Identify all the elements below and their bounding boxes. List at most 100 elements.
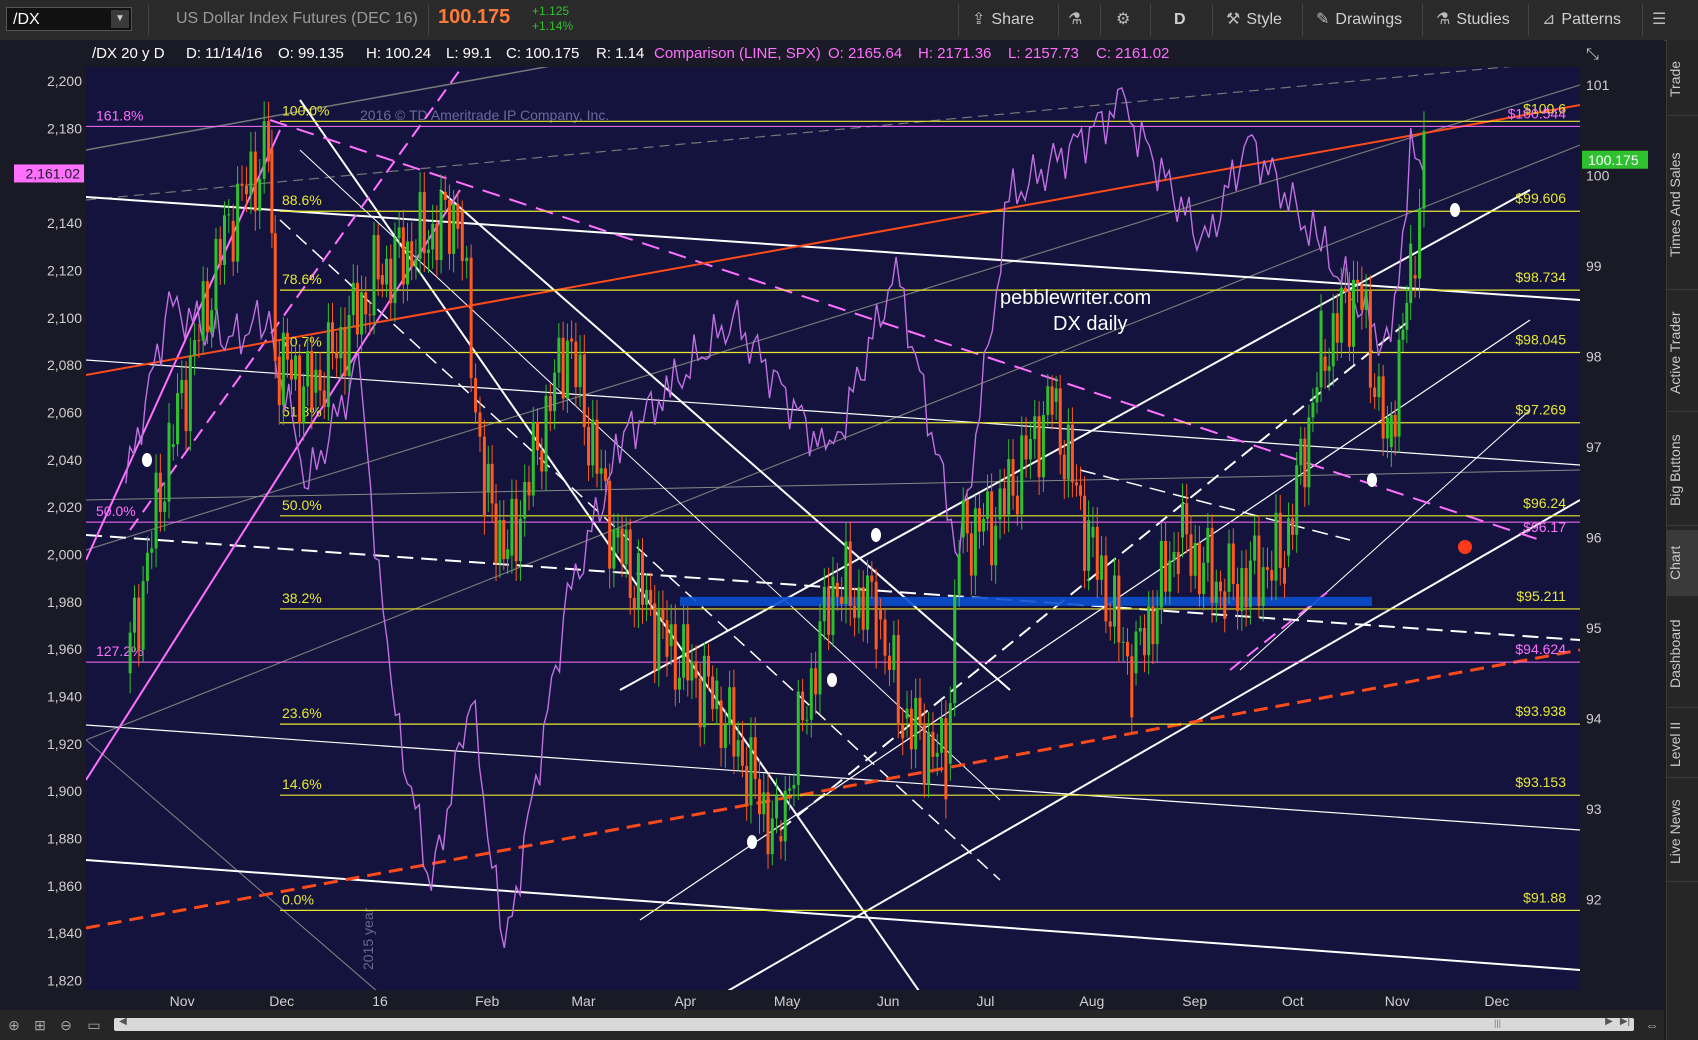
magenta-value-label: $96.17 — [1523, 519, 1566, 535]
candle-body — [866, 575, 870, 630]
candle-body — [262, 121, 266, 179]
settings-button[interactable]: ⚙ — [1116, 8, 1136, 32]
studies-button[interactable]: ⚗ Studies — [1436, 8, 1510, 32]
symbol-selector[interactable]: /DX ▼ — [6, 7, 132, 31]
toolbar-divider — [1642, 4, 1643, 36]
candle-body — [1327, 366, 1331, 371]
candle-body — [848, 541, 852, 607]
menu-button[interactable]: ☰ — [1652, 8, 1672, 32]
candle-body — [1274, 512, 1278, 581]
candle-body — [1164, 540, 1168, 592]
candle-body — [901, 724, 905, 739]
candle-body — [587, 427, 591, 466]
candle-body — [553, 372, 557, 412]
candle-body — [1253, 535, 1257, 561]
candle-body — [1062, 454, 1066, 480]
candle-body — [1121, 641, 1125, 643]
candle-body — [574, 341, 578, 388]
candle-body — [447, 199, 451, 254]
scroll-end-icon[interactable]: ▶| — [1618, 1015, 1632, 1029]
candle-body — [673, 624, 677, 690]
candle-body — [948, 703, 952, 764]
candle-body — [205, 281, 209, 333]
candle-body — [536, 422, 540, 451]
reset-zoom-button[interactable]: ▭ — [82, 1015, 106, 1035]
candle-body — [1172, 551, 1176, 561]
tab-trade[interactable]: Trade — [1667, 42, 1698, 116]
header-cmp-open: O: 2165.64 — [828, 45, 902, 62]
candle-body — [401, 227, 405, 285]
fib-value-label: $98.045 — [1515, 331, 1566, 347]
pivot-marker — [827, 673, 837, 687]
flask-button[interactable]: ⚗ — [1068, 8, 1088, 32]
candle-body — [298, 355, 302, 424]
scroll-left-icon[interactable]: ◀ — [116, 1015, 130, 1029]
candle-body — [498, 520, 502, 564]
expand-icon[interactable]: ⇔ — [1642, 1015, 1662, 1035]
tab-live-news[interactable]: Live News — [1667, 782, 1698, 882]
share-button[interactable]: ⇪ Share — [972, 8, 1034, 32]
candle-body — [719, 700, 723, 749]
candle-body — [840, 596, 844, 605]
candle-body — [406, 241, 410, 285]
candle-body — [548, 395, 552, 412]
candle-body — [762, 792, 766, 815]
patterns-label: Patterns — [1561, 11, 1621, 28]
tab-big-buttons[interactable]: Big Buttons — [1667, 416, 1698, 526]
chart-area[interactable]: 2016 © TD Ameritrade IP Company, Inc. 20… — [0, 40, 1664, 1010]
candle-body — [240, 183, 244, 186]
support-zone — [680, 596, 1372, 606]
collapse-icon[interactable]: ⤡ — [1586, 46, 1599, 63]
fib-value-label: $91.88 — [1523, 889, 1566, 905]
tab-chart[interactable]: Chart — [1667, 530, 1698, 596]
tab-level-ii[interactable]: Level II — [1667, 712, 1698, 778]
candle-body — [339, 326, 343, 359]
scroll-right-icon[interactable]: ▶ — [1602, 1015, 1616, 1029]
toolbar-divider — [1528, 4, 1529, 36]
zoom-fit-icon[interactable]: ⊞ — [30, 1015, 50, 1035]
tab-active-trader[interactable]: Active Trader — [1667, 294, 1698, 412]
candle-body — [944, 718, 948, 800]
drawings-button[interactable]: ✎ Drawings — [1316, 8, 1402, 32]
candle-body — [222, 215, 226, 266]
x-tick-label: Dec — [1484, 993, 1509, 1009]
candle-body — [1422, 131, 1426, 209]
pivot-marker — [142, 453, 152, 467]
candle-body — [163, 501, 167, 512]
time-scrollbar[interactable]: ◀ ||| ▶ ▶| — [114, 1015, 1634, 1031]
candle-body — [540, 450, 544, 472]
zoom-in-icon[interactable]: ⊕ — [4, 1015, 24, 1035]
instrument-description: US Dollar Index Futures (DEC 16) — [176, 10, 418, 27]
candle-body — [973, 508, 977, 576]
patterns-button[interactable]: ⊿ Patterns — [1542, 8, 1621, 32]
candle-body — [1347, 291, 1351, 347]
candle-body — [1343, 287, 1347, 292]
tab-dashboard[interactable]: Dashboard — [1667, 600, 1698, 708]
candle-body — [253, 151, 257, 212]
candle-body — [922, 723, 926, 785]
left-tick-label: 1,820 — [47, 973, 82, 989]
x-tick-label: Jul — [976, 993, 994, 1009]
chart-svg[interactable]: 2016 © TD Ameritrade IP Company, Inc. 20… — [0, 40, 1664, 1010]
style-button[interactable]: ⚒ Style — [1226, 8, 1282, 32]
candle-body — [965, 500, 969, 534]
candle-body — [486, 463, 490, 493]
zoom-out-icon[interactable]: ⊖ — [56, 1015, 76, 1035]
annotation-line2: DX daily — [1053, 313, 1127, 335]
x-tick-label: Jun — [877, 993, 900, 1009]
timeframe-button[interactable]: D — [1174, 8, 1186, 32]
candle-body — [1087, 520, 1091, 571]
candle-body — [628, 529, 632, 598]
chevron-down-icon[interactable]: ▼ — [111, 10, 129, 28]
pivot-marker — [1367, 473, 1377, 487]
candle-body — [1011, 459, 1015, 496]
tab-times-and-sales[interactable]: Times And Sales — [1667, 120, 1698, 290]
candle-body — [702, 655, 706, 728]
scroll-thumb[interactable]: ||| — [1494, 1018, 1501, 1031]
candle-body — [909, 708, 913, 750]
candle-body — [347, 314, 351, 376]
candle-body — [853, 606, 857, 618]
candle-body — [281, 332, 285, 406]
header-open: O: 99.135 — [278, 45, 344, 62]
candle-body — [653, 603, 657, 671]
